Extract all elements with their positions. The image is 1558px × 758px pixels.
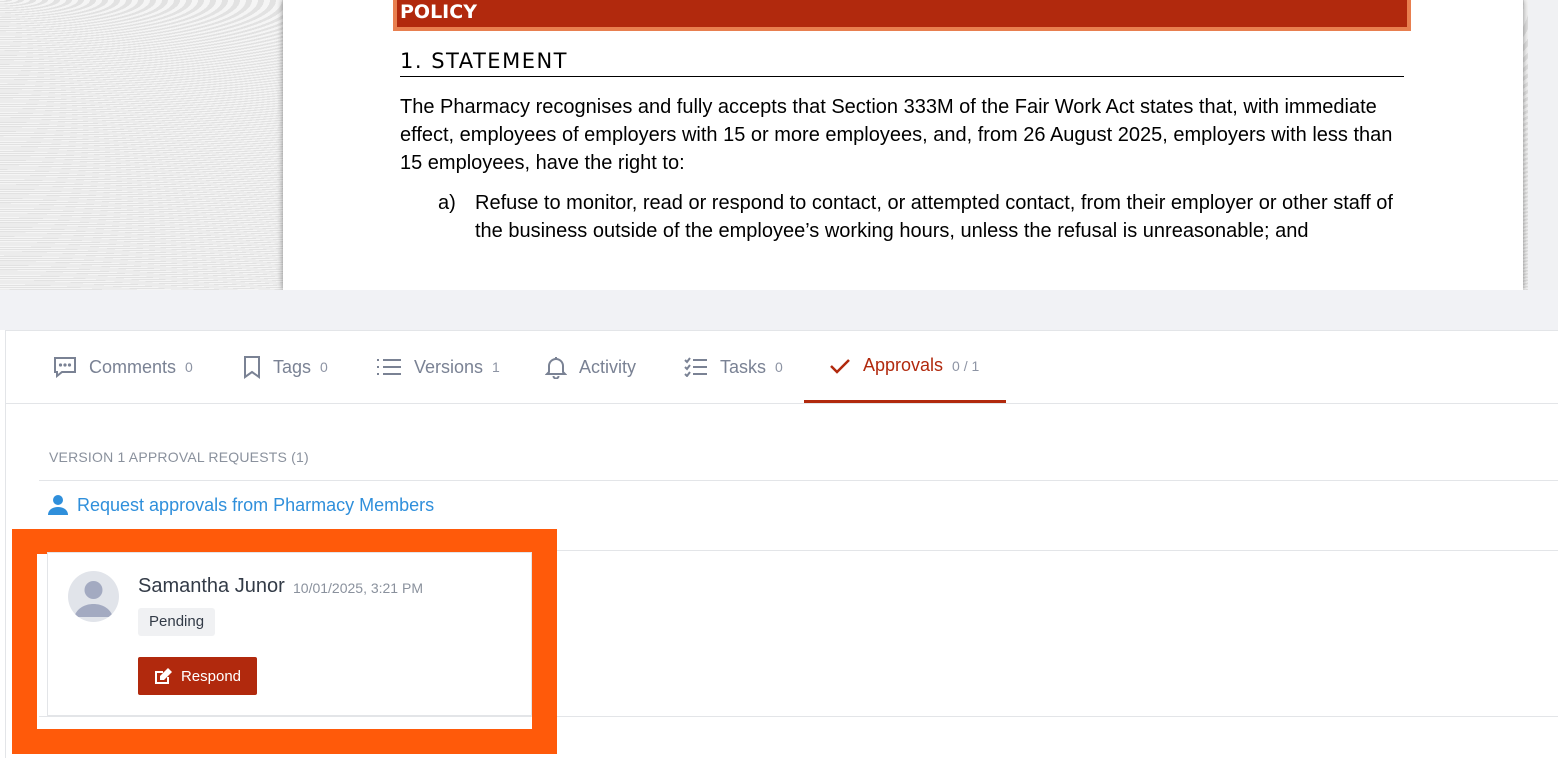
tab-activity[interactable]: Activity — [545, 331, 645, 403]
approver-name: Samantha Junor — [138, 575, 285, 597]
list-marker: a) — [438, 192, 456, 214]
tab-count: 0 / 1 — [952, 357, 980, 374]
request-approvals-label: Request approvals from Pharmacy Members — [77, 494, 435, 515]
tab-label: Tags — [273, 356, 312, 377]
tab-count: 0 — [320, 359, 328, 375]
check-icon — [830, 358, 850, 374]
tab-bar: Comments 0 Tags 0 Versions 1 Activity Ta… — [6, 331, 1558, 404]
request-timestamp: 10/01/2025, 3:21 PM — [293, 580, 423, 596]
tab-label: Versions — [414, 356, 484, 377]
approval-section-heading: VERSION 1 APPROVAL REQUESTS (1) — [49, 449, 309, 465]
user-icon — [48, 495, 68, 515]
document-preview: POLICY 1. STATEMENT The Pharmacy recogni… — [0, 0, 1558, 290]
tab-count: 0 — [775, 359, 783, 375]
checklist-icon — [684, 357, 707, 377]
statement-paragraph: The Pharmacy recognises and fully accept… — [400, 96, 1393, 174]
user-avatar-icon — [74, 581, 113, 617]
avatar — [68, 571, 119, 622]
tab-count: 1 — [492, 359, 500, 375]
respond-button[interactable]: Respond — [138, 657, 257, 695]
tab-label: Approvals — [863, 355, 944, 375]
tab-tags[interactable]: Tags 0 — [243, 331, 328, 403]
list-text: Refuse to monitor, read or respond to co… — [475, 192, 1393, 242]
divider — [39, 480, 1558, 481]
statement-heading: 1. STATEMENT — [400, 47, 1404, 77]
approval-request-card: Samantha Junor 10/01/2025, 3:21 PM Pendi… — [47, 552, 532, 716]
tab-approvals[interactable]: Approvals 0 / 1 — [804, 331, 1006, 403]
preview-divider — [0, 290, 1558, 330]
tab-label: Activity — [579, 356, 637, 377]
request-approvals-link[interactable]: Request approvals from Pharmacy Members — [47, 494, 434, 516]
preview-scroll-gutter — [1528, 0, 1558, 290]
bell-icon — [545, 357, 567, 379]
tab-label: Comments — [89, 356, 177, 377]
bookmark-icon — [244, 356, 260, 379]
policy-banner: POLICY — [393, 0, 1411, 31]
edit-icon — [154, 668, 172, 684]
respond-label: Respond — [180, 667, 242, 685]
status-badge: Pending — [138, 608, 216, 636]
tab-tasks[interactable]: Tasks 0 — [684, 331, 783, 403]
tab-label: Tasks — [720, 356, 767, 377]
tab-versions[interactable]: Versions 1 — [376, 331, 500, 403]
document-page: POLICY 1. STATEMENT The Pharmacy recogni… — [283, 0, 1523, 290]
list-icon — [377, 359, 401, 375]
comment-icon — [54, 357, 76, 378]
tab-count: 0 — [185, 359, 193, 375]
tab-comments[interactable]: Comments 0 — [53, 331, 193, 403]
